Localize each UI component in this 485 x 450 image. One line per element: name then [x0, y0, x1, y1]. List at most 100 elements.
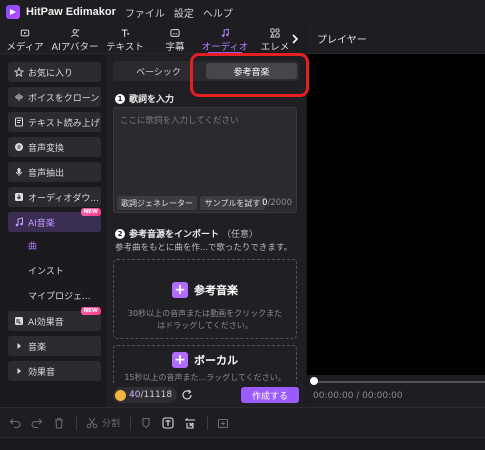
lyrics-char-count: 0/2000 [262, 198, 292, 208]
sidebar-item-voice-convert[interactable]: 音声変換 [8, 137, 101, 157]
title-bar: HitPaw Edimakor ファイル 設定 ヘルプ [0, 0, 485, 24]
mode-tabs: ベーシック 参考音楽 [113, 61, 299, 81]
undo-icon[interactable] [8, 416, 22, 430]
tts-icon [14, 117, 24, 127]
new-badge: NEW [80, 208, 101, 216]
split-label: 分割 [102, 419, 121, 429]
ai-music-icon [14, 217, 24, 227]
lyrics-input[interactable]: ここに歌詞を入力してください 歌詞ジェネレーター サンプルを試す 0/2000 [113, 107, 297, 213]
lyrics-placeholder: ここに歌詞を入力してください [120, 116, 239, 126]
add-text-icon[interactable] [161, 416, 175, 430]
toolbar-divider [130, 415, 132, 430]
tab-text-label: テキスト [106, 42, 144, 53]
tab-subtitle[interactable]: 字幕 [150, 24, 200, 53]
tab-text[interactable]: テキスト [100, 24, 150, 53]
reference-music-desc: 30秒以上の音声または動画をクリックまたはドラッグしてください。 [127, 309, 283, 330]
lyrics-count-max: /2000 [267, 198, 293, 208]
credits-used: 40 [129, 390, 141, 400]
avatar-icon [71, 28, 80, 38]
sidebar-item-tts[interactable]: テキスト読み上げ [8, 112, 101, 132]
marker-icon[interactable] [139, 416, 153, 430]
sidebar-item-music[interactable]: 音楽 [8, 336, 101, 356]
player-time: 00:00:00 / 00:00:00 [313, 391, 403, 401]
sidebar-item-sfx[interactable]: 効果音 [8, 361, 101, 381]
sidebar-item-voice-clone[interactable]: ボイスをクローン [8, 87, 101, 107]
player-header: プレイヤー [307, 24, 485, 54]
vocal-dropzone[interactable]: + ボーカル 15秒以上の音声また...ラッグしてください。 [113, 345, 297, 383]
sidebar-item-label: AI効果音 [28, 317, 64, 328]
refresh-icon[interactable] [181, 389, 193, 401]
sidebar-item-label: 音声変換 [28, 143, 65, 154]
create-button[interactable]: 作成する [241, 387, 299, 403]
sidebar-item-favorites[interactable]: お気に入り [8, 62, 101, 82]
toolbar-divider [207, 415, 209, 430]
timeline-toolbar: 分割 [0, 407, 485, 437]
sidebar-item-voice-extract[interactable]: 音声抽出 [8, 162, 101, 182]
step-number: 2 [115, 228, 125, 239]
sidebar-item-ai-music-wrap: AI音楽 NEW [8, 208, 101, 232]
coin-icon [115, 389, 126, 401]
tab-reference-music[interactable]: 参考音楽 [206, 63, 297, 79]
sidebar-subitem-instrumental[interactable]: インスト [28, 264, 64, 277]
star-icon [14, 67, 24, 77]
crop-icon[interactable] [183, 416, 197, 430]
try-sample-button[interactable]: サンプルを試す [200, 196, 265, 210]
sidebar-item-label: テキスト読み上げ [28, 118, 100, 129]
plus-icon: + [172, 352, 188, 368]
tab-audio[interactable]: オーディオ [200, 24, 250, 54]
sidebar-item-ai-sfx-wrap: AI効果音 NEW [8, 307, 101, 331]
ai-music-footer: 40 /11118 作成する [107, 383, 305, 407]
tab-ai-avatar-label: AIアバター [51, 42, 99, 53]
freeze-icon[interactable] [216, 416, 230, 430]
ai-sfx-icon [14, 316, 24, 326]
mic-icon [14, 167, 24, 177]
sidebar-subitem-my-projects[interactable]: マイプロジェ... [28, 289, 91, 302]
ai-music-panel: ベーシック 参考音楽 1 歌詞を入力 ここに歌詞を入力してください 歌詞ジェネレ… [107, 55, 305, 407]
plus-icon: + [172, 282, 188, 298]
menu-settings[interactable]: 設定 [174, 5, 194, 20]
step-lyrics-heading: 1 歌詞を入力 [115, 92, 174, 105]
sidebar-item-label: オーディオダウ... [28, 193, 99, 204]
sidebar-item-label: 音楽 [28, 342, 47, 353]
audio-sidebar: お気に入り ボイスをクローン テキスト読み上げ 音声変換 音声抽出 オーディオダ… [0, 55, 107, 407]
toolbar-divider [76, 415, 77, 430]
import-description: 参考曲をもとに曲を作...で歌ったりできます。 [115, 243, 293, 253]
split-icon[interactable] [85, 416, 99, 430]
sidebar-item-label: お気に入り [28, 68, 74, 79]
menu-file[interactable]: ファイル [125, 5, 165, 20]
vocal-title: + ボーカル [114, 352, 296, 368]
download-icon [14, 192, 24, 202]
reference-music-dropzone[interactable]: + 参考音楽 30秒以上の音声または動画をクリックまたはドラッグしてください。 [113, 259, 297, 339]
reference-music-label: 参考音楽 [194, 284, 238, 297]
sidebar-item-label: AI音楽 [28, 218, 55, 229]
credits-total: /11118 [140, 390, 173, 400]
player-controls: 00:00:00 / 00:00:00 [307, 375, 485, 407]
app-logo-icon [6, 5, 20, 19]
redo-icon[interactable] [30, 416, 44, 430]
lyrics-generator-button[interactable]: 歌詞ジェネレーター [117, 196, 197, 210]
app-title: HitPaw Edimakor [26, 6, 116, 18]
player-seekbar[interactable] [315, 381, 485, 383]
toolbar-scroll-right-button[interactable] [287, 30, 303, 48]
credits-display: 40 /11118 [113, 387, 178, 403]
sidebar-item-audio-download[interactable]: オーディオダウ... [8, 187, 101, 207]
delete-icon[interactable] [52, 416, 66, 430]
sidebar-item-label: 音声抽出 [28, 168, 65, 179]
tab-ai-avatar[interactable]: AIアバター [50, 24, 100, 53]
sidebar-subitem-song[interactable]: 曲 [28, 239, 37, 252]
sidebar-item-label: 効果音 [28, 367, 56, 378]
player-seek-handle[interactable] [310, 377, 318, 385]
clone-icon [14, 92, 24, 102]
tab-media[interactable]: メディア [0, 24, 50, 53]
chevron-right-icon [14, 341, 24, 351]
timeline-area [0, 437, 485, 450]
step-optional: （任意） [222, 230, 259, 240]
chevron-right-icon [292, 34, 299, 44]
main-toolbar: メディア AIアバター テキスト 字幕 オーディオ エレメ [0, 24, 305, 54]
music-note-icon [221, 28, 229, 37]
vocal-label: ボーカル [194, 354, 238, 367]
tab-basic[interactable]: ベーシック [113, 61, 204, 81]
menu-help[interactable]: ヘルプ [203, 5, 233, 20]
step-title: 歌詞を入力 [129, 95, 175, 105]
tab-audio-label: オーディオ [201, 42, 249, 53]
